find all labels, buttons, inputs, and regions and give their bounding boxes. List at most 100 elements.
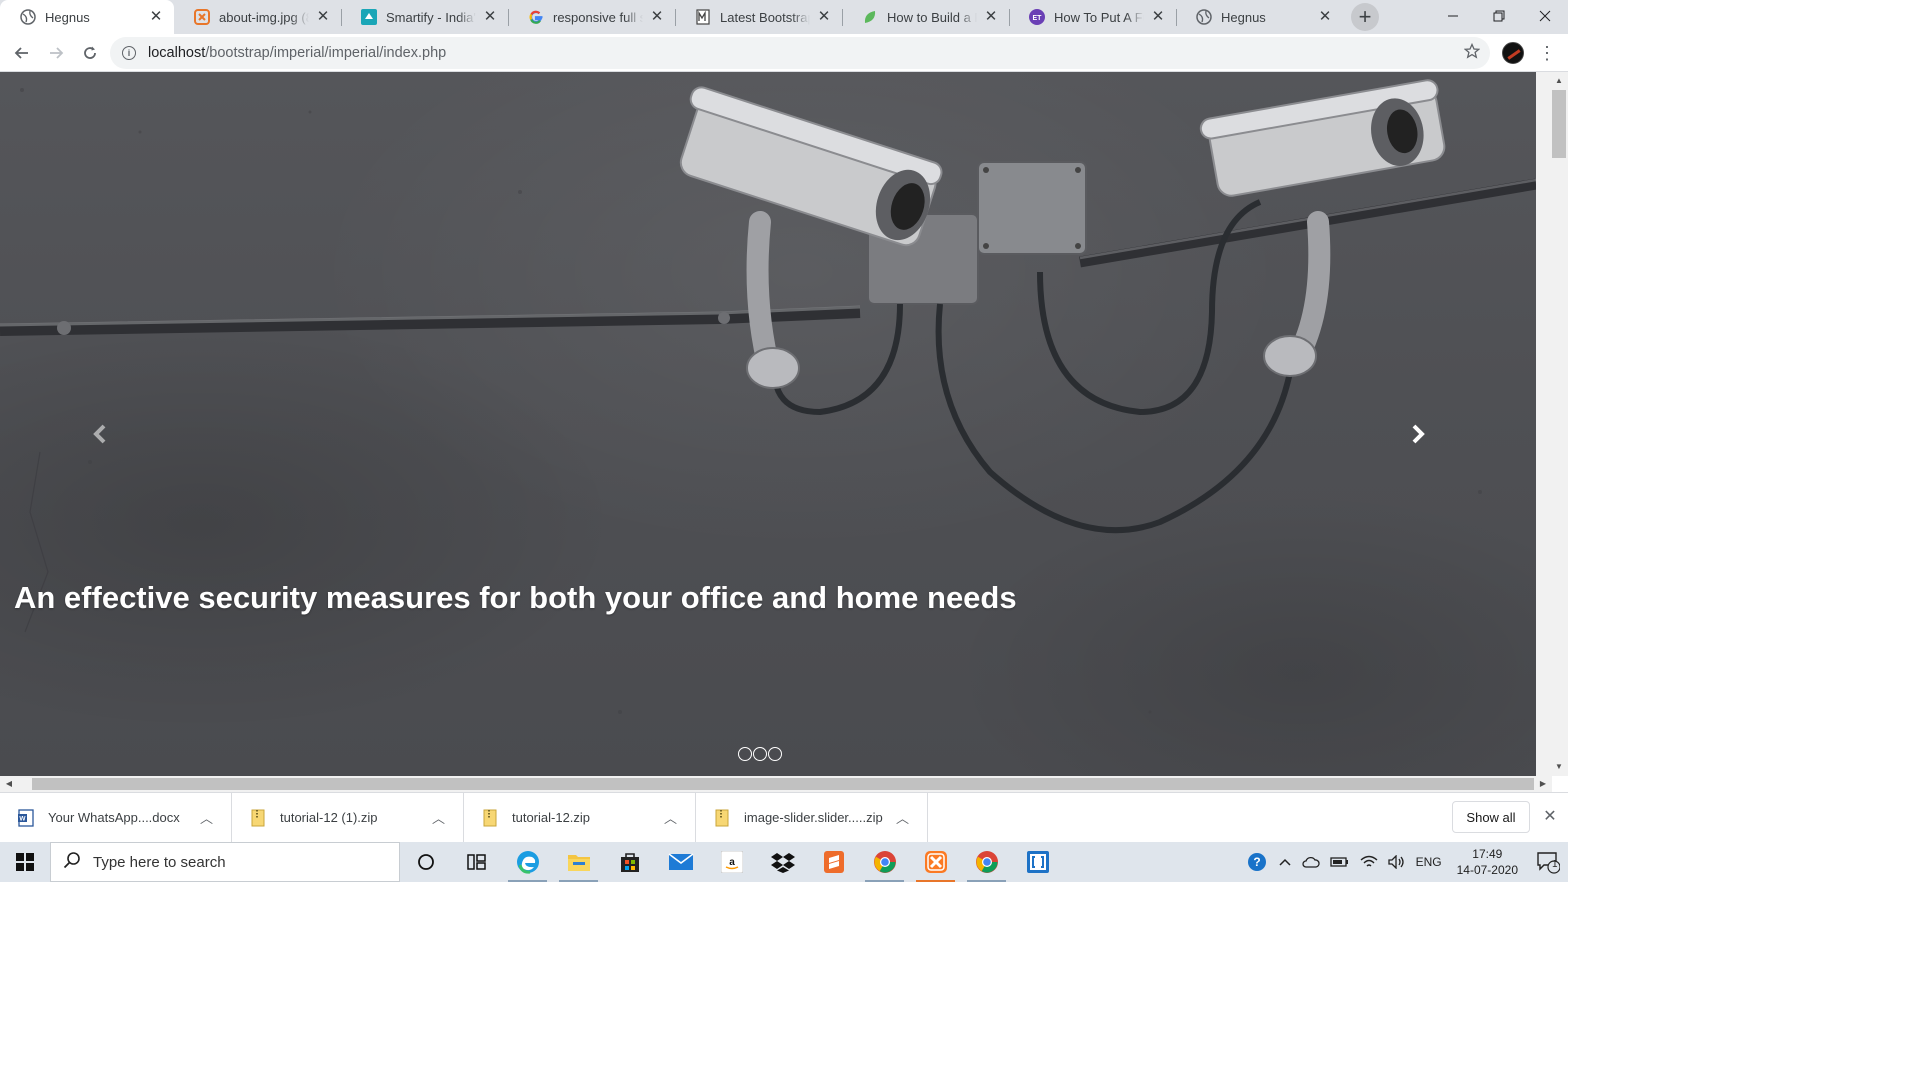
chevron-up-icon[interactable]: ︿	[896, 808, 909, 827]
mail-icon[interactable]	[655, 842, 706, 882]
address-bar[interactable]: i localhost/bootstrap/imperial/imperial/…	[110, 37, 1490, 69]
scroll-right-arrow-icon[interactable]: ▶	[1536, 777, 1550, 791]
help-icon[interactable]: ?	[1241, 851, 1273, 873]
tab-hegnus-active[interactable]: Hegnus ✕	[0, 0, 174, 34]
network-cloud-icon[interactable]	[1297, 855, 1325, 869]
store-icon[interactable]	[604, 842, 655, 882]
restore-icon[interactable]	[1476, 0, 1522, 32]
download-shelf: W Your WhatsApp....docx ︿ tutorial-12 (1…	[0, 792, 1568, 843]
volume-icon[interactable]	[1383, 855, 1411, 869]
taskbar-search[interactable]: Type here to search	[50, 842, 400, 882]
bootstrap-doc-icon	[695, 9, 711, 25]
task-view-icon[interactable]	[451, 842, 502, 882]
hero-carousel: An effective security measures for both …	[0, 72, 1536, 776]
profile-avatar[interactable]	[1502, 42, 1524, 64]
back-icon[interactable]	[8, 39, 36, 67]
close-icon[interactable]: ✕	[1317, 9, 1333, 25]
download-item[interactable]: tutorial-12 (1).zip ︿	[232, 792, 464, 843]
scroll-down-arrow-icon[interactable]: ▼	[1552, 760, 1566, 774]
tab-how-to-build[interactable]: How to Build a Full ✕	[842, 0, 1009, 34]
tab-title: Smartify - India's L	[386, 9, 476, 25]
forward-icon[interactable]	[42, 39, 70, 67]
battery-icon[interactable]	[1325, 856, 1355, 868]
dropbox-icon[interactable]	[757, 842, 808, 882]
download-item[interactable]: image-slider.slider.....zip ︿	[696, 792, 928, 843]
close-icon[interactable]: ✕	[816, 9, 832, 25]
xampp-icon	[194, 9, 210, 25]
browser-toolbar: i localhost/bootstrap/imperial/imperial/…	[0, 34, 1568, 72]
tab-title: How To Put A Fulls	[1054, 9, 1144, 25]
tab-bootstrap[interactable]: Latest Bootstrap C ✕	[675, 0, 842, 34]
chrome-icon-2[interactable]	[961, 842, 1012, 882]
language-indicator[interactable]: ENG	[1411, 855, 1447, 869]
cortana-icon[interactable]	[400, 842, 451, 882]
amazon-icon[interactable]: a	[706, 842, 757, 882]
clock-time: 17:49	[1472, 847, 1503, 861]
close-icon[interactable]: ✕	[148, 9, 164, 25]
chevron-right-icon	[1412, 424, 1425, 444]
brackets-icon[interactable]	[1012, 842, 1063, 882]
url-host: localhost	[148, 45, 206, 61]
carousel-indicator[interactable]	[753, 747, 767, 761]
menu-kebab-icon[interactable]: ⋮	[1538, 41, 1556, 65]
close-icon[interactable]: ✕	[1150, 9, 1166, 25]
wifi-icon[interactable]	[1355, 855, 1383, 869]
carousel-next-button[interactable]	[1398, 416, 1438, 452]
carousel-indicator[interactable]	[738, 747, 752, 761]
minimize-icon[interactable]	[1430, 0, 1476, 32]
bookmark-star-icon[interactable]	[1463, 42, 1481, 64]
leaf-icon	[862, 9, 878, 25]
url-text[interactable]: localhost/bootstrap/imperial/imperial/in…	[148, 45, 446, 61]
new-tab-button[interactable]: +	[1351, 3, 1379, 31]
tab-google-search[interactable]: responsive full scre ✕	[508, 0, 675, 34]
chevron-up-icon[interactable]: ︿	[664, 808, 677, 827]
close-icon[interactable]: ✕	[482, 9, 498, 25]
tab-smartify[interactable]: Smartify - India's L ✕	[341, 0, 508, 34]
windows-taskbar: Type here to search a ? ENG 17:49 14-07-…	[0, 842, 1568, 882]
svg-text:?: ?	[1253, 855, 1260, 869]
carousel-indicator[interactable]	[768, 747, 782, 761]
download-filename: tutorial-12.zip	[512, 810, 591, 825]
carousel-prev-button[interactable]	[80, 416, 120, 452]
xampp-icon[interactable]	[910, 842, 961, 882]
download-item[interactable]: W Your WhatsApp....docx ︿	[0, 792, 232, 843]
vertical-scroll-thumb[interactable]	[1552, 90, 1566, 158]
tab-title: Hegnus	[45, 9, 90, 25]
clock[interactable]: 17:49 14-07-2020	[1447, 846, 1528, 878]
windows-start-icon[interactable]	[0, 842, 50, 882]
edge-icon[interactable]	[502, 842, 553, 882]
download-filename: image-slider.slider.....zip	[744, 810, 883, 825]
notification-center[interactable]: 1	[1528, 842, 1568, 882]
vertical-scrollbar[interactable]: ▲ ▼	[1536, 72, 1568, 776]
download-item[interactable]: tutorial-12.zip ︿	[464, 792, 696, 843]
show-all-button[interactable]: Show all	[1452, 801, 1530, 833]
chevron-up-icon[interactable]: ︿	[432, 808, 445, 827]
reload-icon[interactable]	[76, 39, 104, 67]
zip-icon	[250, 808, 266, 828]
horizontal-scrollbar[interactable]: ◀ ▶	[0, 776, 1552, 792]
close-icon[interactable]: ✕	[649, 9, 665, 25]
sublime-text-icon[interactable]	[808, 842, 859, 882]
word-doc-icon: W	[18, 808, 34, 828]
chrome-icon[interactable]	[859, 842, 910, 882]
file-explorer-icon[interactable]	[553, 842, 604, 882]
close-shelf-icon[interactable]: ✕	[1540, 807, 1560, 827]
close-window-icon[interactable]	[1522, 0, 1568, 32]
scroll-left-arrow-icon[interactable]: ◀	[2, 777, 16, 791]
zip-icon	[482, 808, 498, 828]
horizontal-scroll-thumb[interactable]	[32, 778, 1534, 790]
chevron-up-icon[interactable]: ︿	[200, 808, 213, 827]
download-filename: Your WhatsApp....docx	[48, 810, 180, 825]
tab-how-to-put[interactable]: ET How To Put A Fulls ✕	[1009, 0, 1176, 34]
smartify-icon	[361, 9, 377, 25]
close-icon[interactable]: ✕	[983, 9, 999, 25]
download-filename: tutorial-12 (1).zip	[280, 810, 378, 825]
info-icon[interactable]: i	[122, 46, 136, 60]
tab-about-img[interactable]: about-img.jpg (800 ✕	[174, 0, 341, 34]
clock-date: 14-07-2020	[1456, 863, 1518, 877]
scroll-up-arrow-icon[interactable]: ▲	[1552, 74, 1566, 88]
tab-hegnus-2[interactable]: Hegnus ✕	[1176, 0, 1343, 34]
chevron-left-icon	[93, 424, 106, 444]
chevron-up-icon[interactable]	[1273, 857, 1297, 867]
close-icon[interactable]: ✕	[315, 9, 331, 25]
